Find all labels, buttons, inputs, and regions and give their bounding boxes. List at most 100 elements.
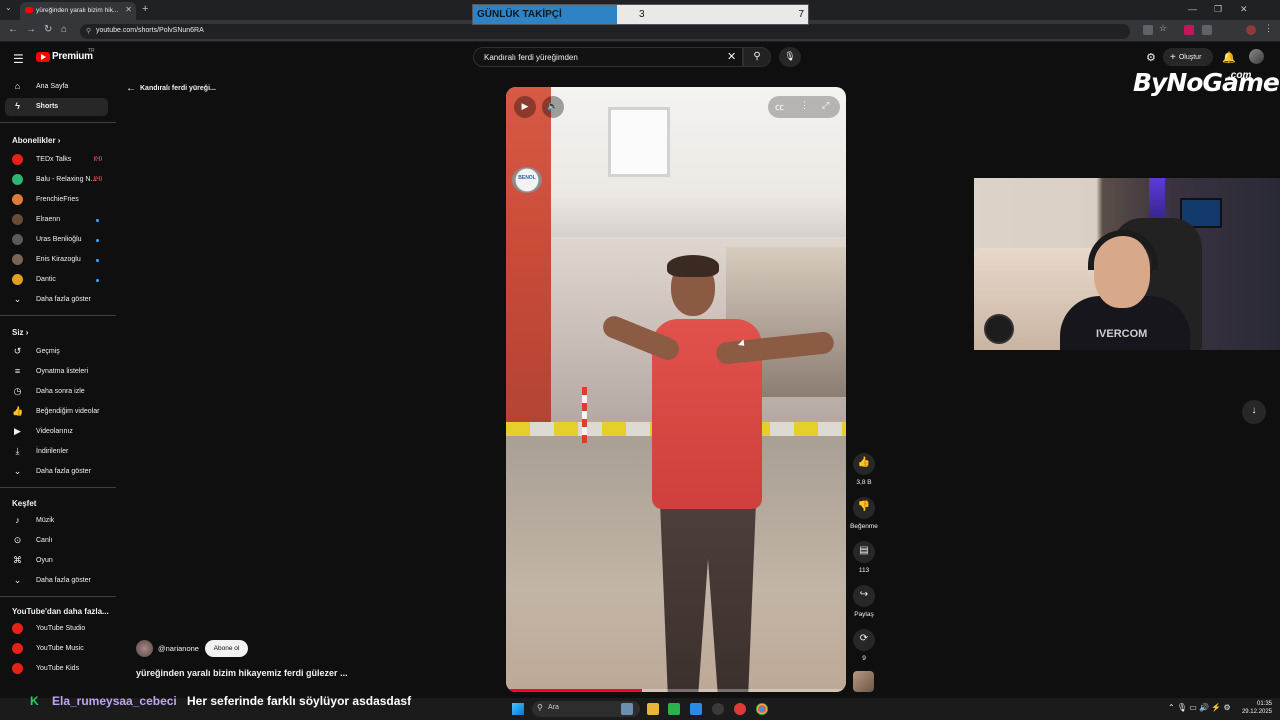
new-content-dot	[96, 259, 99, 262]
sidebar-item-history[interactable]: ↺ Geçmiş	[5, 343, 108, 361]
app-icon[interactable]	[734, 703, 746, 715]
next-short-button[interactable]: ↓	[1242, 400, 1266, 424]
clear-search-icon[interactable]: ✕	[727, 50, 736, 63]
cast-icon[interactable]	[1143, 25, 1153, 35]
dislike-label: Beğenme	[850, 523, 878, 530]
file-explorer-icon[interactable]	[647, 703, 659, 715]
fullscreen-icon[interactable]: ⤢	[822, 100, 829, 111]
create-label: Oluştur	[1178, 54, 1202, 61]
back-icon[interactable]: ←	[8, 24, 18, 35]
webcam-overlay: IVERCOM	[974, 178, 1280, 350]
bookmark-star-icon[interactable]: ☆	[1159, 23, 1169, 33]
gamepad-icon: ⌘	[13, 555, 22, 565]
url-field[interactable]: ⚲ youtube.com/shorts/PolvSNun6RA	[80, 24, 1130, 39]
sidebar-channel-dantic[interactable]: Dantic	[5, 271, 108, 289]
menu-icon[interactable]: ☰	[13, 52, 24, 66]
divider	[0, 596, 116, 597]
channel-avatar	[12, 174, 23, 185]
sidebar-show-more-you[interactable]: ⌄ Daha fazla göster	[5, 463, 108, 481]
play-button[interactable]: ▶	[514, 96, 536, 118]
chrome-icon[interactable]	[756, 703, 768, 715]
tab-close-icon[interactable]: ✕	[125, 5, 132, 14]
browser-menu-icon[interactable]: ⋮	[1264, 23, 1274, 33]
extensions-puzzle-icon[interactable]	[1202, 25, 1212, 35]
comments-count: 113	[858, 567, 870, 574]
settings-icon[interactable]: ⚙	[1146, 51, 1156, 64]
sidebar-show-more-subscriptions[interactable]: ⌄ Daha fazla göster	[5, 291, 108, 309]
notifications-bell-icon[interactable]: 🔔	[1222, 51, 1236, 64]
video-person-hair	[667, 255, 719, 277]
sidebar-item-label: Müzik	[36, 517, 55, 524]
sound-thumbnail[interactable]	[853, 671, 874, 692]
maximize-icon[interactable]: ❐	[1214, 4, 1222, 15]
channel-name[interactable]: @narianone	[158, 644, 199, 653]
search-input[interactable]: Kandıralı ferdi yüreğimden	[473, 47, 743, 67]
voice-search-button[interactable]: 🎙	[779, 47, 801, 67]
divider	[0, 122, 116, 123]
widgets-icon[interactable]	[621, 703, 633, 715]
sidebar-item-live[interactable]: ⊙ Canlı	[5, 532, 108, 550]
extension-icon[interactable]	[1184, 25, 1194, 35]
reload-icon[interactable]: ↻	[44, 24, 52, 35]
sidebar-show-more-explore[interactable]: ⌄ Daha fazla göster	[5, 572, 108, 590]
windows-start-icon[interactable]	[512, 703, 524, 715]
dislike-button[interactable]: 👎	[853, 497, 875, 519]
captions-icon[interactable]: ㏄	[775, 100, 784, 113]
remix-icon: ⟳	[859, 633, 869, 644]
share-button[interactable]: ↪	[853, 585, 875, 607]
forward-icon[interactable]: →	[26, 24, 36, 35]
sidebar-item-youtube-music[interactable]: YouTube Music	[5, 640, 108, 658]
sidebar-item-watch-later[interactable]: ◷ Daha sonra izle	[5, 383, 108, 401]
minimize-icon[interactable]: —	[1188, 4, 1197, 14]
taskbar-clock[interactable]: 01:35 29.12.2025	[1240, 700, 1272, 716]
window-close-icon[interactable]: ✕	[1240, 4, 1248, 15]
subscriptions-heading[interactable]: Abonelikler ›	[12, 136, 60, 145]
sidebar-item-playlists[interactable]: ≡ Oynatma listeleri	[5, 363, 108, 381]
sidebar-item-shorts[interactable]: ϟ Shorts	[5, 98, 108, 116]
site-info-icon[interactable]: ⚲	[86, 27, 91, 35]
channel-label: Uras Benlioğlu	[36, 236, 82, 243]
video-progress-bar[interactable]	[506, 689, 846, 692]
sidebar-channel-frenchiefries[interactable]: FrenchieFries	[5, 191, 108, 209]
channel-avatar[interactable]	[136, 640, 153, 657]
search-button[interactable]: ⚲	[743, 47, 771, 67]
sidebar-item-music[interactable]: ♪ Müzik	[5, 512, 108, 530]
back-to-search-link[interactable]: ← Kandıralı ferdi yüreği...	[126, 83, 216, 94]
chat-message-text: Her seferinde farklı söylüyor asdasdasf	[187, 694, 412, 708]
share-label: Paylaş	[854, 611, 874, 618]
home-browser-icon[interactable]: ⌂	[61, 24, 67, 35]
remix-button[interactable]: ⟳	[853, 629, 875, 651]
app-icon[interactable]	[690, 703, 702, 715]
shorts-video-player[interactable]: BENOL ▶ 🔈 ㏄ ⋮ ⤢	[506, 87, 846, 692]
app-icon[interactable]	[668, 703, 680, 715]
sidebar-channel-balu[interactable]: Balu - Relaxing N... ((•))	[5, 171, 108, 189]
sidebar-item-gaming[interactable]: ⌘ Oyun	[5, 552, 108, 570]
sidebar-channel-uras[interactable]: Uras Benlioğlu	[5, 231, 108, 249]
create-button[interactable]: + Oluştur	[1163, 48, 1213, 66]
profile-icon[interactable]	[1246, 25, 1256, 35]
sidebar-item-label: Daha fazla göster	[36, 577, 91, 584]
sidebar-item-youtube-kids[interactable]: YouTube Kids	[5, 660, 108, 678]
account-avatar[interactable]	[1249, 49, 1264, 64]
sidebar-channel-elraenn[interactable]: Elraenn	[5, 211, 108, 229]
sidebar-item-liked-videos[interactable]: 👍 Beğendiğim videolar	[5, 403, 108, 421]
system-tray[interactable]: ⌃ 🎙 ▭ 🔊 ⚡ ⚙	[1168, 703, 1231, 712]
sidebar-channel-enis[interactable]: Enis Kirazoglu	[5, 251, 108, 269]
new-content-dot	[96, 239, 99, 242]
sidebar-item-youtube-studio[interactable]: YouTube Studio	[5, 620, 108, 638]
video-title[interactable]: yüreğinden yaralı bizim hikayemiz ferdi …	[136, 668, 348, 678]
subscribe-button[interactable]: Abone ol	[205, 640, 248, 657]
sidebar-item-downloads[interactable]: ⤓ İndirilenler	[5, 443, 108, 461]
sidebar-channel-tedx[interactable]: TEDx Talks ((•))	[5, 151, 108, 169]
obs-icon[interactable]	[712, 703, 724, 715]
browser-tab[interactable]: yüreğinden yaralı bizim hik... ✕	[20, 2, 136, 20]
volume-button[interactable]: 🔈	[542, 96, 564, 118]
comments-button[interactable]: ▤	[853, 541, 875, 563]
sidebar-item-home[interactable]: ⌂ Ana Sayfa	[5, 78, 108, 96]
more-options-icon[interactable]: ⋮	[800, 100, 809, 111]
new-tab-icon[interactable]: +	[142, 3, 148, 15]
tab-search-icon[interactable]: ⌄	[5, 3, 12, 12]
like-button[interactable]: 👍	[853, 453, 875, 475]
sidebar-item-your-videos[interactable]: ▶ Videolarınız	[5, 423, 108, 441]
you-heading[interactable]: Siz ›	[12, 328, 28, 337]
